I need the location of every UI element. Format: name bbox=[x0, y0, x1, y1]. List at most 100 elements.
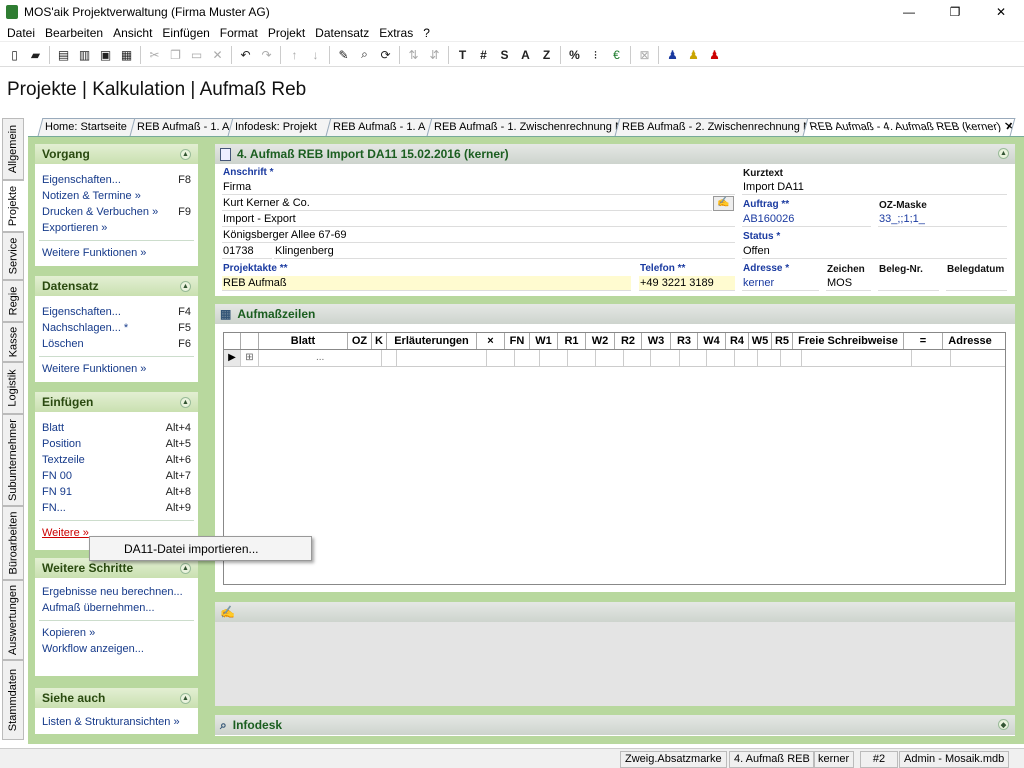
grid-cell[interactable] bbox=[912, 350, 952, 366]
status-field[interactable]: Offen bbox=[742, 244, 1007, 259]
grid-cell[interactable] bbox=[680, 350, 708, 366]
collapse-icon[interactable]: ▲ bbox=[180, 692, 191, 704]
expand-icon[interactable]: ⊞ bbox=[241, 350, 259, 366]
column-header[interactable]: FN bbox=[505, 333, 530, 349]
column-header[interactable]: × bbox=[477, 333, 505, 349]
collapse-icon[interactable]: ▲ bbox=[180, 280, 191, 292]
projektakte-field[interactable]: REB Aufmaß bbox=[222, 276, 631, 291]
belegdatum-field[interactable] bbox=[946, 276, 1007, 291]
sidebar-more-link[interactable]: Weitere Funktionen » bbox=[35, 361, 198, 377]
vtab-allgemein[interactable]: Allgemein bbox=[2, 118, 24, 180]
ort-field[interactable]: Klingenberg bbox=[274, 244, 735, 259]
tab-reb-zwischen-1[interactable]: REB Aufmaß - 1. Zwischenrechnung M bbox=[426, 118, 621, 136]
vtab-auswertungen[interactable]: Auswertungen bbox=[2, 580, 24, 660]
column-header[interactable]: R1 bbox=[558, 333, 586, 349]
paste-icon[interactable]: ▭ bbox=[186, 45, 207, 65]
currency-icon[interactable]: € bbox=[606, 45, 627, 65]
tab-reb-1a-2[interactable]: REB Aufmaß - 1. A bbox=[325, 118, 433, 136]
grid-cell[interactable] bbox=[382, 350, 398, 366]
save-icon[interactable]: ▣ bbox=[95, 45, 116, 65]
collapse-icon[interactable]: ▲ bbox=[998, 148, 1009, 159]
maximize-button[interactable]: ❐ bbox=[932, 0, 978, 24]
refresh-icon[interactable]: ⟳ bbox=[375, 45, 396, 65]
tab-infodesk[interactable]: Infodesk: Projekt bbox=[227, 118, 332, 136]
menu-extras[interactable]: Extras bbox=[374, 26, 418, 40]
sidebar-more-link[interactable]: Weitere Funktionen » bbox=[35, 245, 198, 261]
sidebar-item[interactable]: FN 91 Alt+8 bbox=[35, 484, 198, 500]
anschrift-line-2[interactable]: Kurt Kerner & Co. bbox=[222, 196, 712, 211]
percent-icon[interactable]: % bbox=[564, 45, 585, 65]
arrow-up-icon[interactable]: ↑ bbox=[284, 45, 305, 65]
table-row[interactable]: ▶ ⊞ ... bbox=[224, 350, 1005, 367]
grid-cell[interactable] bbox=[487, 350, 515, 366]
column-header[interactable]: W1 bbox=[530, 333, 558, 349]
grid-cell[interactable] bbox=[568, 350, 596, 366]
column-header[interactable]: W4 bbox=[698, 333, 726, 349]
sidebar-item[interactable]: FN 00 Alt+7 bbox=[35, 468, 198, 484]
menu-help[interactable]: ? bbox=[418, 26, 435, 40]
menu-einfuegen[interactable]: Einfügen bbox=[157, 26, 214, 40]
sidebar-item[interactable]: Notizen & Termine » bbox=[35, 188, 198, 204]
sidebar-item[interactable]: Aufmaß übernehmen... bbox=[35, 600, 198, 616]
collapse-icon[interactable]: ▲ bbox=[180, 396, 191, 408]
menu-format[interactable]: Format bbox=[215, 26, 263, 40]
vtab-projekte[interactable]: Projekte bbox=[2, 180, 24, 232]
tab-reb-1a[interactable]: REB Aufmaß - 1. A bbox=[129, 118, 234, 136]
format-z-button[interactable]: Z bbox=[536, 45, 557, 65]
edit-pencil-icon[interactable]: ✎ bbox=[333, 45, 354, 65]
grid-cell[interactable] bbox=[781, 350, 802, 366]
ozmaske-field[interactable]: 33_;;1;1_ bbox=[878, 212, 1007, 227]
find-icon[interactable]: ⌕ bbox=[354, 45, 375, 65]
close-button[interactable]: ✕ bbox=[978, 0, 1024, 24]
column-header[interactable]: R2 bbox=[615, 333, 642, 349]
sidebar-item[interactable]: Löschen F6 bbox=[35, 336, 198, 352]
sidebar-item[interactable]: Ergebnisse neu berechnen... bbox=[35, 584, 198, 600]
format-hash-button[interactable]: # bbox=[473, 45, 494, 65]
context-menu-da11-import[interactable]: DA11-Datei importieren... bbox=[89, 536, 312, 561]
grid-cell[interactable] bbox=[951, 350, 1005, 366]
grid-cell[interactable] bbox=[707, 350, 736, 366]
expand-collapse-icon[interactable]: ◆ bbox=[998, 719, 1009, 730]
vtab-bueroarbeiten[interactable]: Büroarbeiten bbox=[2, 506, 24, 580]
column-header[interactable]: Blatt bbox=[259, 333, 348, 349]
sidebar-item[interactable]: Workflow anzeigen... bbox=[35, 641, 198, 657]
menu-bearbeiten[interactable]: Bearbeiten bbox=[40, 26, 108, 40]
belegnr-field[interactable] bbox=[878, 276, 939, 291]
grid-cell[interactable] bbox=[651, 350, 681, 366]
anschrift-line-3[interactable]: Import - Export bbox=[222, 212, 735, 227]
print-preview-icon[interactable]: ▥ bbox=[74, 45, 95, 65]
open-folder-icon[interactable]: ▰ bbox=[25, 45, 46, 65]
print-icon[interactable]: ▤ bbox=[53, 45, 74, 65]
grid-cell[interactable] bbox=[735, 350, 758, 366]
user-red-icon[interactable]: ♟ bbox=[704, 45, 725, 65]
menu-ansicht[interactable]: Ansicht bbox=[108, 26, 157, 40]
grid-cell[interactable] bbox=[540, 350, 568, 366]
signature-icon[interactable]: ✍ bbox=[713, 196, 734, 211]
column-header[interactable]: K bbox=[372, 333, 387, 349]
grid-cell[interactable] bbox=[397, 350, 487, 366]
format-a-button[interactable]: A bbox=[515, 45, 536, 65]
send-icon[interactable]: ▦ bbox=[116, 45, 137, 65]
menu-datensatz[interactable]: Datensatz bbox=[310, 26, 374, 40]
column-header[interactable]: W2 bbox=[586, 333, 615, 349]
vtab-service[interactable]: Service bbox=[2, 232, 24, 280]
plz-field[interactable]: 01738 bbox=[222, 244, 272, 259]
arrow-down-icon[interactable]: ↓ bbox=[305, 45, 326, 65]
menu-datei[interactable]: Datei bbox=[2, 26, 40, 40]
vtab-kasse[interactable]: Kasse bbox=[2, 322, 24, 362]
grid-cell[interactable] bbox=[624, 350, 652, 366]
kurztext-field[interactable]: Import DA11 bbox=[742, 180, 1007, 195]
tab-reb-zwischen-2[interactable]: REB Aufmaß - 2. Zwischenrechnung M bbox=[614, 118, 809, 136]
collapse-icon[interactable]: ▲ bbox=[180, 562, 191, 574]
format-s-button[interactable]: S bbox=[494, 45, 515, 65]
grid-cell[interactable] bbox=[515, 350, 540, 366]
column-header[interactable]: W5 bbox=[749, 333, 772, 349]
user-yellow-icon[interactable]: ♟ bbox=[683, 45, 704, 65]
tab-reb-4-active[interactable]: REB Aufmaß - 4. Aufmaß REB (kerner)✕ bbox=[802, 118, 1016, 136]
column-header[interactable]: OZ bbox=[348, 333, 372, 349]
column-header[interactable]: R3 bbox=[671, 333, 698, 349]
delete-icon[interactable]: ✕ bbox=[207, 45, 228, 65]
decimal-icon[interactable]: ⁝ bbox=[585, 45, 606, 65]
column-header[interactable]: R4 bbox=[726, 333, 749, 349]
sidebar-item[interactable]: FN... Alt+9 bbox=[35, 500, 198, 516]
